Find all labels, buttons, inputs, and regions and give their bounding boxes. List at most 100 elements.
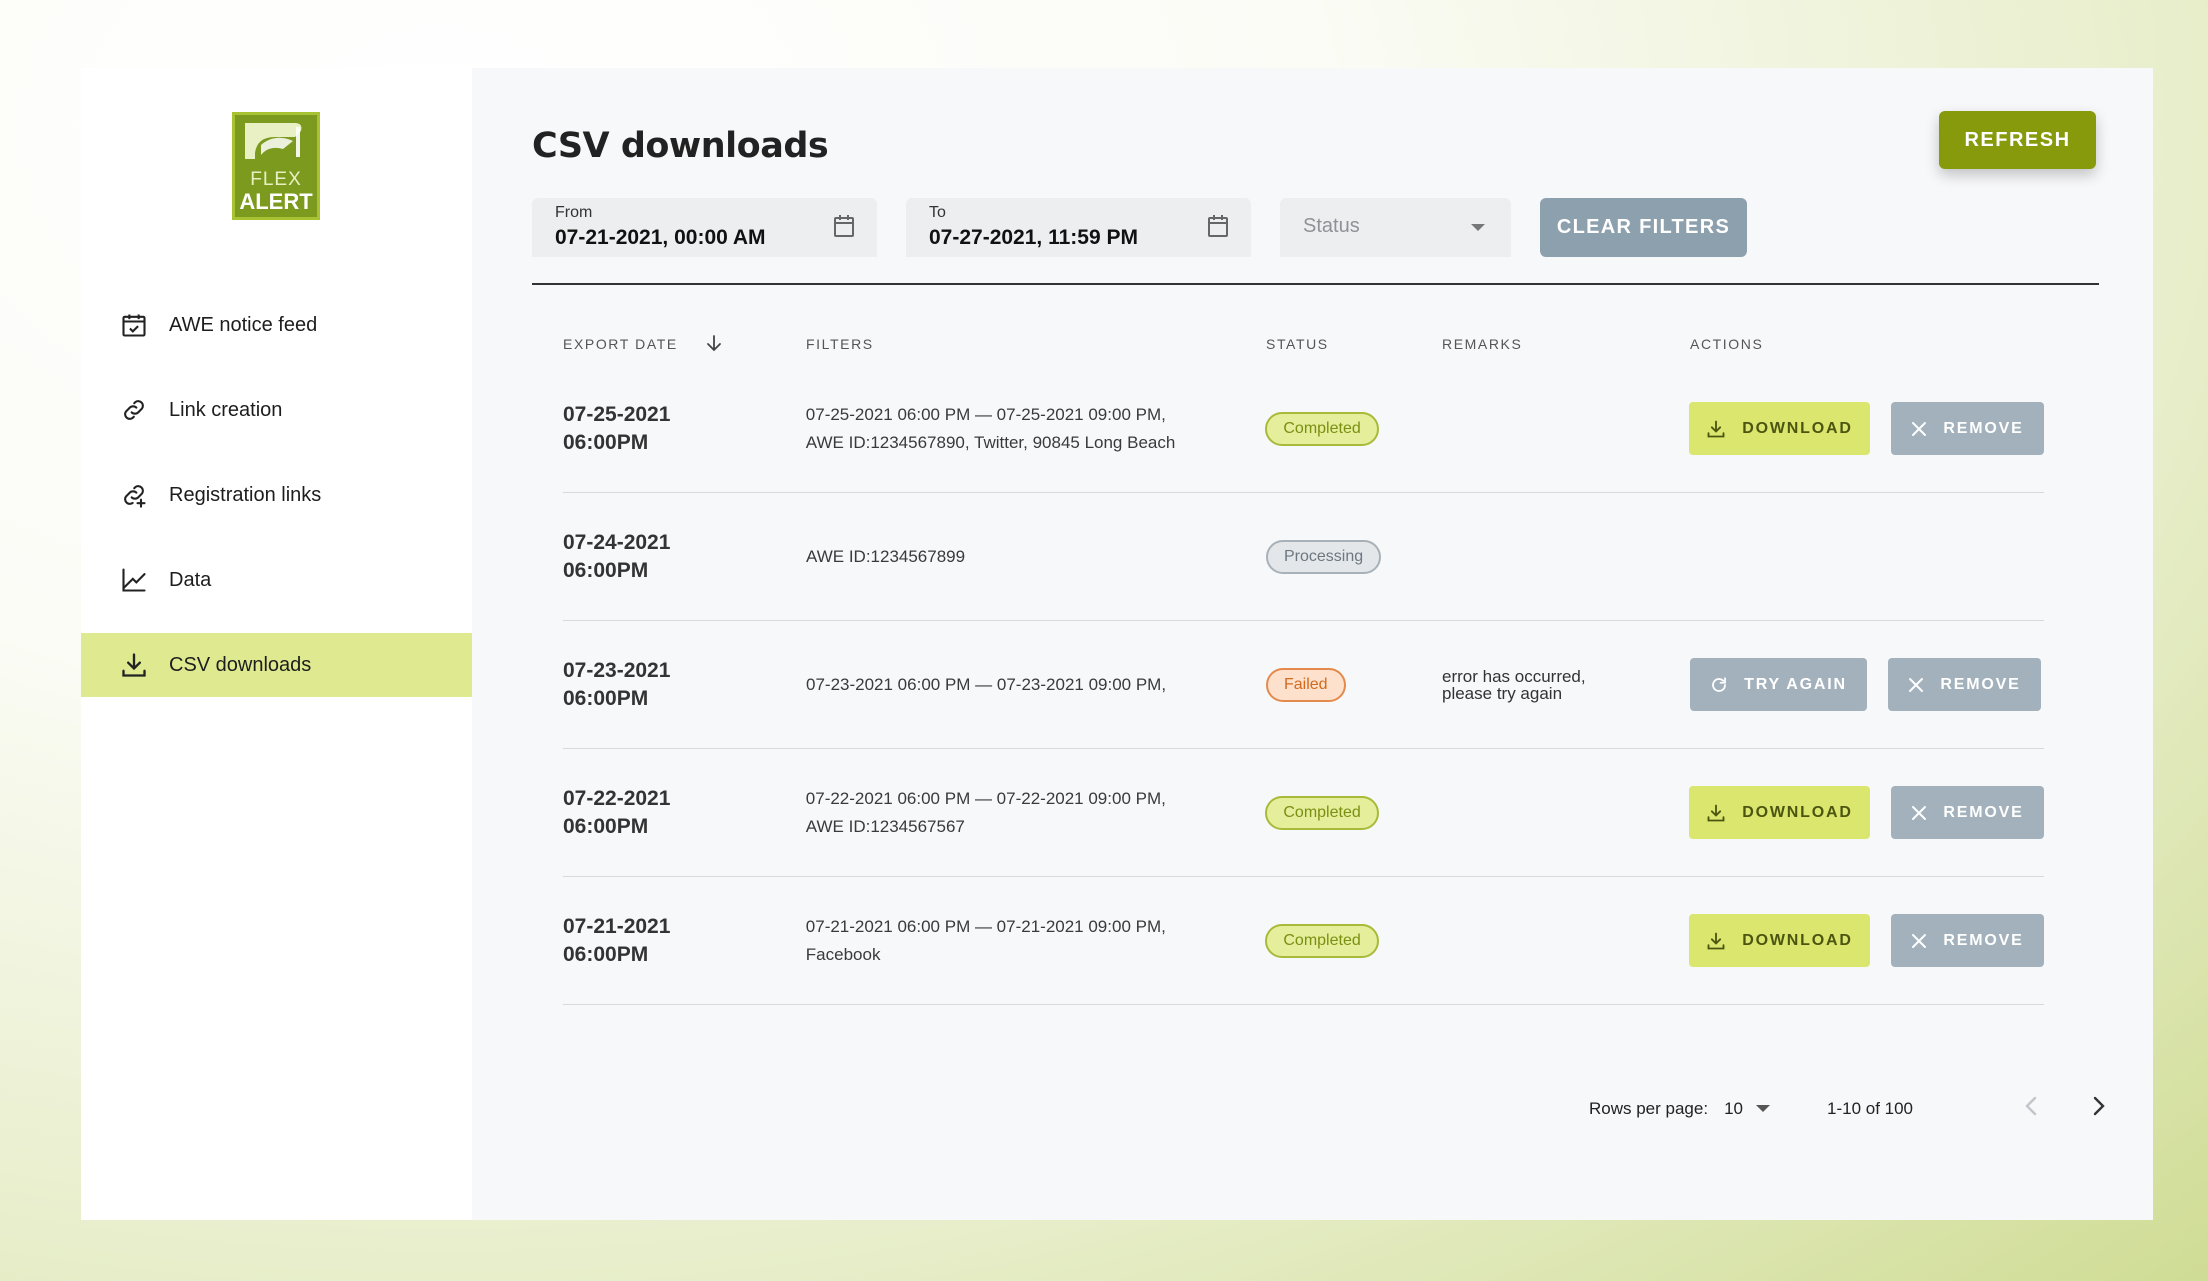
download-button[interactable]: DOWNLOAD	[1689, 786, 1870, 839]
table-row: 07-25-2021 06:00PM 07-25-2021 06:00 PM —…	[563, 365, 2044, 493]
remove-label: REMOVE	[1943, 803, 2024, 821]
status-select-placeholder: Status	[1303, 215, 1360, 237]
filters-cell: 07-23-2021 06:00 PM — 07-23-2021 09:00 P…	[806, 671, 1266, 699]
actions-cell: DOWNLOAD REMOVE	[1689, 914, 2044, 967]
filters-line: AWE ID:1234567567	[805, 816, 965, 836]
remove-label: REMOVE	[1940, 675, 2021, 693]
sidebar-item-awe-notice-feed[interactable]: AWE notice feed	[81, 293, 472, 357]
link-add-icon	[117, 478, 151, 512]
page-title: CSV downloads	[532, 126, 829, 166]
sidebar-item-label: CSV downloads	[169, 653, 312, 676]
remarks-cell: error has occurred, please try again	[1442, 668, 1690, 702]
flex-alert-logo: FLEX ALERT	[232, 112, 320, 220]
export-time: 06:00PM	[563, 942, 649, 966]
sort-arrow-down-icon[interactable]	[706, 334, 722, 355]
download-button[interactable]: DOWNLOAD	[1689, 914, 1870, 967]
close-icon	[1912, 933, 1927, 948]
sidebar: FLEX ALERT AWE notice feed Link creation	[81, 68, 472, 1220]
status-cell: Processing	[1266, 539, 1442, 574]
refresh-button[interactable]: REFRESH	[1939, 111, 2096, 169]
sidebar-item-label: Data	[169, 568, 212, 591]
try-again-label: TRY AGAIN	[1744, 675, 1847, 693]
export-date: 07-24-2021	[563, 530, 671, 554]
sidebar-item-registration-links[interactable]: Registration links	[81, 463, 472, 527]
csv-downloads-table: EXPORT DATE FILTERS STATUS REMARKS ACTIO…	[563, 323, 2044, 1005]
status-badge: Failed	[1266, 667, 1346, 702]
export-date: 07-25-2021	[563, 402, 671, 426]
export-time: 06:00PM	[563, 430, 649, 454]
filters-line: 07-23-2021 06:00 PM — 07-23-2021 09:00 P…	[806, 674, 1167, 694]
download-label: DOWNLOAD	[1742, 931, 1853, 949]
prev-page-icon[interactable]	[2025, 1096, 2037, 1121]
from-date-field[interactable]: From 07-21-2021, 00:00 AM	[532, 198, 877, 257]
chevron-down-icon	[1756, 1105, 1770, 1112]
remove-label: REMOVE	[1943, 419, 2024, 437]
filter-bar: From 07-21-2021, 00:00 AM To 07-27-2021,…	[532, 198, 1747, 257]
sidebar-item-data[interactable]: Data	[81, 548, 472, 612]
filters-cell: 07-21-2021 06:00 PM — 07-21-2021 09:00 P…	[806, 913, 1266, 969]
close-icon	[1912, 805, 1927, 820]
download-label: DOWNLOAD	[1742, 803, 1853, 821]
to-date-field[interactable]: To 07-27-2021, 11:59 PM	[906, 198, 1251, 257]
remove-button[interactable]: REMOVE	[1891, 786, 2044, 839]
export-time: 06:00PM	[563, 558, 649, 582]
status-select[interactable]: Status	[1280, 198, 1511, 257]
table-row: 07-21-2021 06:00PM 07-21-2021 06:00 PM —…	[563, 877, 2044, 1005]
sidebar-item-label: AWE notice feed	[169, 313, 318, 336]
export-date-cell: 07-24-2021 06:00PM	[563, 529, 806, 585]
sidebar-nav: AWE notice feed Link creation Registrati…	[81, 293, 472, 718]
header-filters: FILTERS	[806, 336, 874, 352]
calendar-icon[interactable]	[833, 214, 855, 243]
header-label: EXPORT DATE	[563, 336, 678, 352]
chevron-down-icon	[1471, 224, 1485, 231]
header-actions: ACTIONS	[1690, 336, 1764, 352]
next-page-icon[interactable]	[2093, 1096, 2105, 1121]
remove-button[interactable]: REMOVE	[1888, 658, 2041, 711]
remove-label: REMOVE	[1943, 931, 2024, 949]
link-icon	[117, 393, 151, 427]
filters-line: 07-22-2021 06:00 PM — 07-22-2021 09:00 P…	[805, 788, 1166, 808]
download-button[interactable]: DOWNLOAD	[1689, 402, 1870, 455]
status-badge: Processing	[1266, 539, 1382, 574]
table-row: 07-24-2021 06:00PM AWE ID:1234567899 Pro…	[563, 493, 2044, 621]
try-again-button[interactable]: TRY AGAIN	[1690, 658, 1867, 711]
filters-line: Facebook	[805, 944, 881, 964]
clear-filters-button[interactable]: CLEAR FILTERS	[1540, 198, 1747, 257]
status-cell: Completed	[1265, 411, 1441, 446]
export-date: 07-22-2021	[563, 786, 671, 810]
export-date-cell: 07-25-2021 06:00PM	[563, 401, 806, 457]
logo-line2: ALERT	[239, 189, 313, 214]
header-remarks: REMARKS	[1442, 336, 1523, 352]
actions-cell: TRY AGAIN REMOVE	[1690, 658, 2044, 711]
actions-cell: DOWNLOAD REMOVE	[1689, 786, 2044, 839]
download-icon	[1707, 420, 1725, 437]
status-badge: Completed	[1265, 795, 1379, 830]
to-date-value: 07-27-2021, 11:59 PM	[929, 226, 1138, 249]
header-export-date[interactable]: EXPORT DATE	[563, 334, 806, 355]
remarks-line: error has occurred,	[1442, 666, 1586, 686]
download-icon	[1707, 804, 1725, 821]
export-date-cell: 07-21-2021 06:00PM	[563, 913, 806, 969]
main-content: CSV downloads REFRESH From 07-21-2021, 0…	[472, 68, 2153, 1220]
app-window: FLEX ALERT AWE notice feed Link creation	[81, 68, 2153, 1220]
table-row: 07-23-2021 06:00PM 07-23-2021 06:00 PM —…	[563, 621, 2044, 749]
sidebar-item-link-creation[interactable]: Link creation	[81, 378, 472, 442]
download-icon	[1707, 932, 1725, 949]
to-date-label: To	[929, 204, 946, 221]
export-time: 06:00PM	[563, 686, 649, 710]
remove-button[interactable]: REMOVE	[1891, 914, 2044, 967]
calendar-icon[interactable]	[1207, 214, 1229, 243]
status-badge: Completed	[1265, 411, 1379, 446]
rows-per-page-select[interactable]: 10	[1724, 1099, 1770, 1119]
from-date-value: 07-21-2021, 00:00 AM	[555, 226, 766, 249]
status-cell: Completed	[1265, 795, 1441, 830]
calendar-check-icon	[117, 308, 151, 342]
filters-line: AWE ID:1234567890, Twitter, 90845 Long B…	[805, 432, 1176, 452]
filters-line: 07-25-2021 06:00 PM — 07-25-2021 09:00 P…	[805, 404, 1166, 424]
status-badge: Completed	[1265, 923, 1379, 958]
page-range: 1-10 of 100	[1827, 1098, 1914, 1118]
remove-button[interactable]: REMOVE	[1891, 402, 2044, 455]
sidebar-item-csv-downloads[interactable]: CSV downloads	[81, 633, 472, 697]
close-icon	[1909, 677, 1924, 692]
sidebar-item-label: Link creation	[169, 398, 283, 421]
